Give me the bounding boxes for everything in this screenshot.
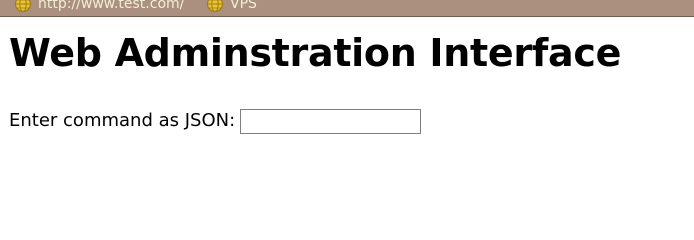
bookmark-test-site[interactable]: http://www.test.com/ xyxy=(14,0,184,14)
bookmark-label: VPS xyxy=(230,0,257,12)
command-label: Enter command as JSON: xyxy=(9,110,236,131)
bookmarks-bar: http://www.test.com/ VPS xyxy=(0,0,694,17)
globe-icon xyxy=(14,0,32,13)
command-row: Enter command as JSON: xyxy=(9,108,422,134)
command-input[interactable] xyxy=(240,108,422,134)
page-title: Web Adminstration Interface xyxy=(9,31,622,75)
bookmark-vps[interactable]: VPS xyxy=(206,0,257,14)
bookmark-label: http://www.test.com/ xyxy=(38,0,185,12)
globe-icon xyxy=(206,0,224,13)
